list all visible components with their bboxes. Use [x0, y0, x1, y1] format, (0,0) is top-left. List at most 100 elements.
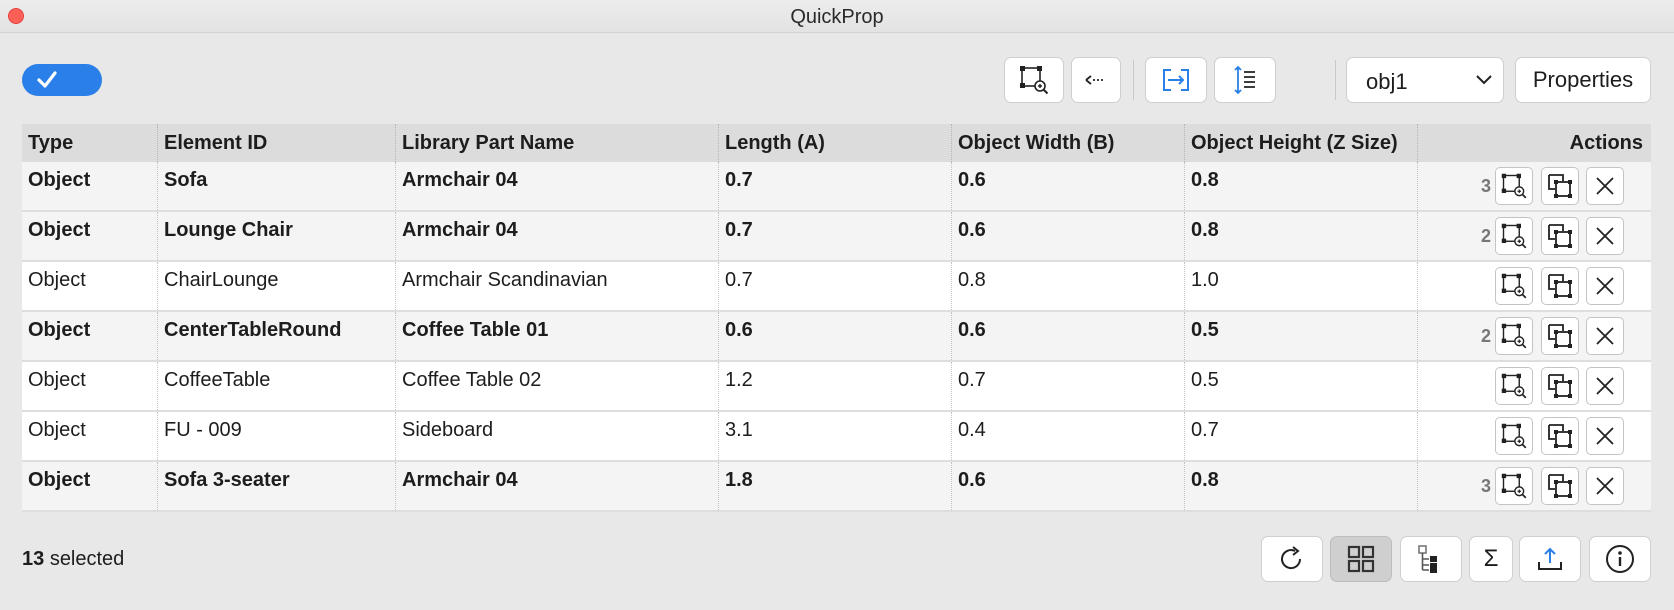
zoom-to-element-button[interactable] [1495, 467, 1533, 505]
title-bar: QuickProp [0, 0, 1674, 33]
remove-row-button[interactable] [1586, 417, 1624, 455]
object-select[interactable]: obj1 [1346, 57, 1504, 103]
cell-type[interactable]: Object [22, 362, 158, 410]
cell-width[interactable]: 0.6 [952, 212, 1185, 260]
select-group-button[interactable] [1541, 317, 1579, 355]
table-row[interactable]: Object Lounge Chair Armchair 04 0.7 0.6 0.8 2 [22, 212, 1651, 262]
cell-library-part[interactable]: Coffee Table 01 [396, 312, 719, 360]
info-button[interactable] [1589, 536, 1651, 582]
cell-type[interactable]: Object [22, 262, 158, 310]
column-header-height[interactable]: Object Height (Z Size) [1185, 124, 1418, 162]
zoom-to-element-button[interactable] [1495, 317, 1533, 355]
column-header-element-id[interactable]: Element ID [158, 124, 396, 162]
cell-type[interactable]: Object [22, 162, 158, 210]
cell-length[interactable]: 1.2 [719, 362, 952, 410]
zoom-selection-icon [1500, 322, 1528, 350]
remove-row-button[interactable] [1586, 167, 1624, 205]
collapse-button[interactable] [1071, 57, 1121, 103]
cell-width[interactable]: 0.6 [952, 462, 1185, 510]
enable-toggle[interactable] [22, 64, 102, 96]
zoom-to-element-button[interactable] [1495, 367, 1533, 405]
table-row[interactable]: Object Sofa Armchair 04 0.7 0.6 0.8 3 [22, 162, 1651, 212]
tree-view-button[interactable] [1400, 536, 1462, 582]
export-button[interactable] [1519, 536, 1581, 582]
cell-width[interactable]: 0.4 [952, 412, 1185, 460]
cell-element-id[interactable]: CoffeeTable [158, 362, 396, 410]
cell-height[interactable]: 1.0 [1185, 262, 1418, 310]
remove-row-button[interactable] [1586, 367, 1624, 405]
row-height-button[interactable] [1214, 57, 1276, 103]
column-header-length[interactable]: Length (A) [719, 124, 952, 162]
collapse-left-icon [1085, 75, 1105, 85]
column-header-library-part[interactable]: Library Part Name [396, 124, 719, 162]
cell-height[interactable]: 0.8 [1185, 212, 1418, 260]
cell-library-part[interactable]: Armchair 04 [396, 212, 719, 260]
cell-width[interactable]: 0.6 [952, 312, 1185, 360]
column-header-type[interactable]: Type [22, 124, 158, 162]
cell-element-id[interactable]: FU - 009 [158, 412, 396, 460]
zoom-to-element-button[interactable] [1495, 417, 1533, 455]
select-group-button[interactable] [1541, 217, 1579, 255]
cell-type[interactable]: Object [22, 312, 158, 360]
transfer-button[interactable] [1145, 57, 1207, 103]
table-row[interactable]: Object FU - 009 Sideboard 3.1 0.4 0.7 [22, 412, 1651, 462]
cell-length[interactable]: 3.1 [719, 412, 952, 460]
select-group-button[interactable] [1541, 167, 1579, 205]
cell-library-part[interactable]: Sideboard [396, 412, 719, 460]
grid-view-button[interactable] [1330, 536, 1392, 582]
select-group-icon [1546, 222, 1574, 250]
cell-library-part[interactable]: Coffee Table 02 [396, 362, 719, 410]
cell-height[interactable]: 0.5 [1185, 362, 1418, 410]
cell-type[interactable]: Object [22, 412, 158, 460]
cell-actions: 3 [1418, 162, 1651, 210]
zoom-to-element-button[interactable] [1495, 217, 1533, 255]
zoom-selection-icon [1500, 422, 1528, 450]
cell-height[interactable]: 0.7 [1185, 412, 1418, 460]
cell-length[interactable]: 0.7 [719, 162, 952, 210]
cell-length[interactable]: 1.8 [719, 462, 952, 510]
select-group-icon [1546, 272, 1574, 300]
cell-height[interactable]: 0.8 [1185, 162, 1418, 210]
cell-length[interactable]: 0.6 [719, 312, 952, 360]
checkmark-icon [37, 71, 57, 88]
cell-element-id[interactable]: Lounge Chair [158, 212, 396, 260]
refresh-button[interactable] [1261, 536, 1323, 582]
cell-width[interactable]: 0.6 [952, 162, 1185, 210]
duplicate-count: 3 [1480, 176, 1491, 196]
cell-height[interactable]: 0.5 [1185, 312, 1418, 360]
select-group-icon [1546, 322, 1574, 350]
table-row[interactable]: Object CenterTableRound Coffee Table 01 0.6… [22, 312, 1651, 362]
zoom-selection-icon [1500, 272, 1528, 300]
cell-library-part[interactable]: Armchair Scandinavian [396, 262, 719, 310]
cell-library-part[interactable]: Armchair 04 [396, 462, 719, 510]
cell-width[interactable]: 0.8 [952, 262, 1185, 310]
select-group-button[interactable] [1541, 417, 1579, 455]
remove-row-button[interactable] [1586, 467, 1624, 505]
remove-row-button[interactable] [1586, 317, 1624, 355]
cell-library-part[interactable]: Armchair 04 [396, 162, 719, 210]
table-row[interactable]: Object CoffeeTable Coffee Table 02 1.2 0.7 0.… [22, 362, 1651, 412]
properties-button[interactable]: Properties [1515, 57, 1651, 103]
zoom-to-element-button[interactable] [1495, 267, 1533, 305]
cell-element-id[interactable]: ChairLounge [158, 262, 396, 310]
table-row[interactable]: Object ChairLounge Armchair Scandinavian 0.… [22, 262, 1651, 312]
cell-element-id[interactable]: Sofa 3-seater [158, 462, 396, 510]
cell-length[interactable]: 0.7 [719, 212, 952, 260]
sum-button[interactable]: Σ [1469, 536, 1513, 582]
remove-row-button[interactable] [1586, 217, 1624, 255]
cell-width[interactable]: 0.7 [952, 362, 1185, 410]
cell-height[interactable]: 0.8 [1185, 462, 1418, 510]
remove-row-button[interactable] [1586, 267, 1624, 305]
column-header-width[interactable]: Object Width (B) [952, 124, 1185, 162]
select-group-button[interactable] [1541, 267, 1579, 305]
cell-element-id[interactable]: CenterTableRound [158, 312, 396, 360]
cell-type[interactable]: Object [22, 212, 158, 260]
table-row[interactable]: Object Sofa 3-seater Armchair 04 1.8 0.6 0.8 3 [22, 462, 1651, 512]
select-group-button[interactable] [1541, 467, 1579, 505]
cell-type[interactable]: Object [22, 462, 158, 510]
select-group-button[interactable] [1541, 367, 1579, 405]
zoom-to-selection-button[interactable] [1004, 57, 1064, 103]
cell-element-id[interactable]: Sofa [158, 162, 396, 210]
cell-length[interactable]: 0.7 [719, 262, 952, 310]
zoom-to-element-button[interactable] [1495, 167, 1533, 205]
